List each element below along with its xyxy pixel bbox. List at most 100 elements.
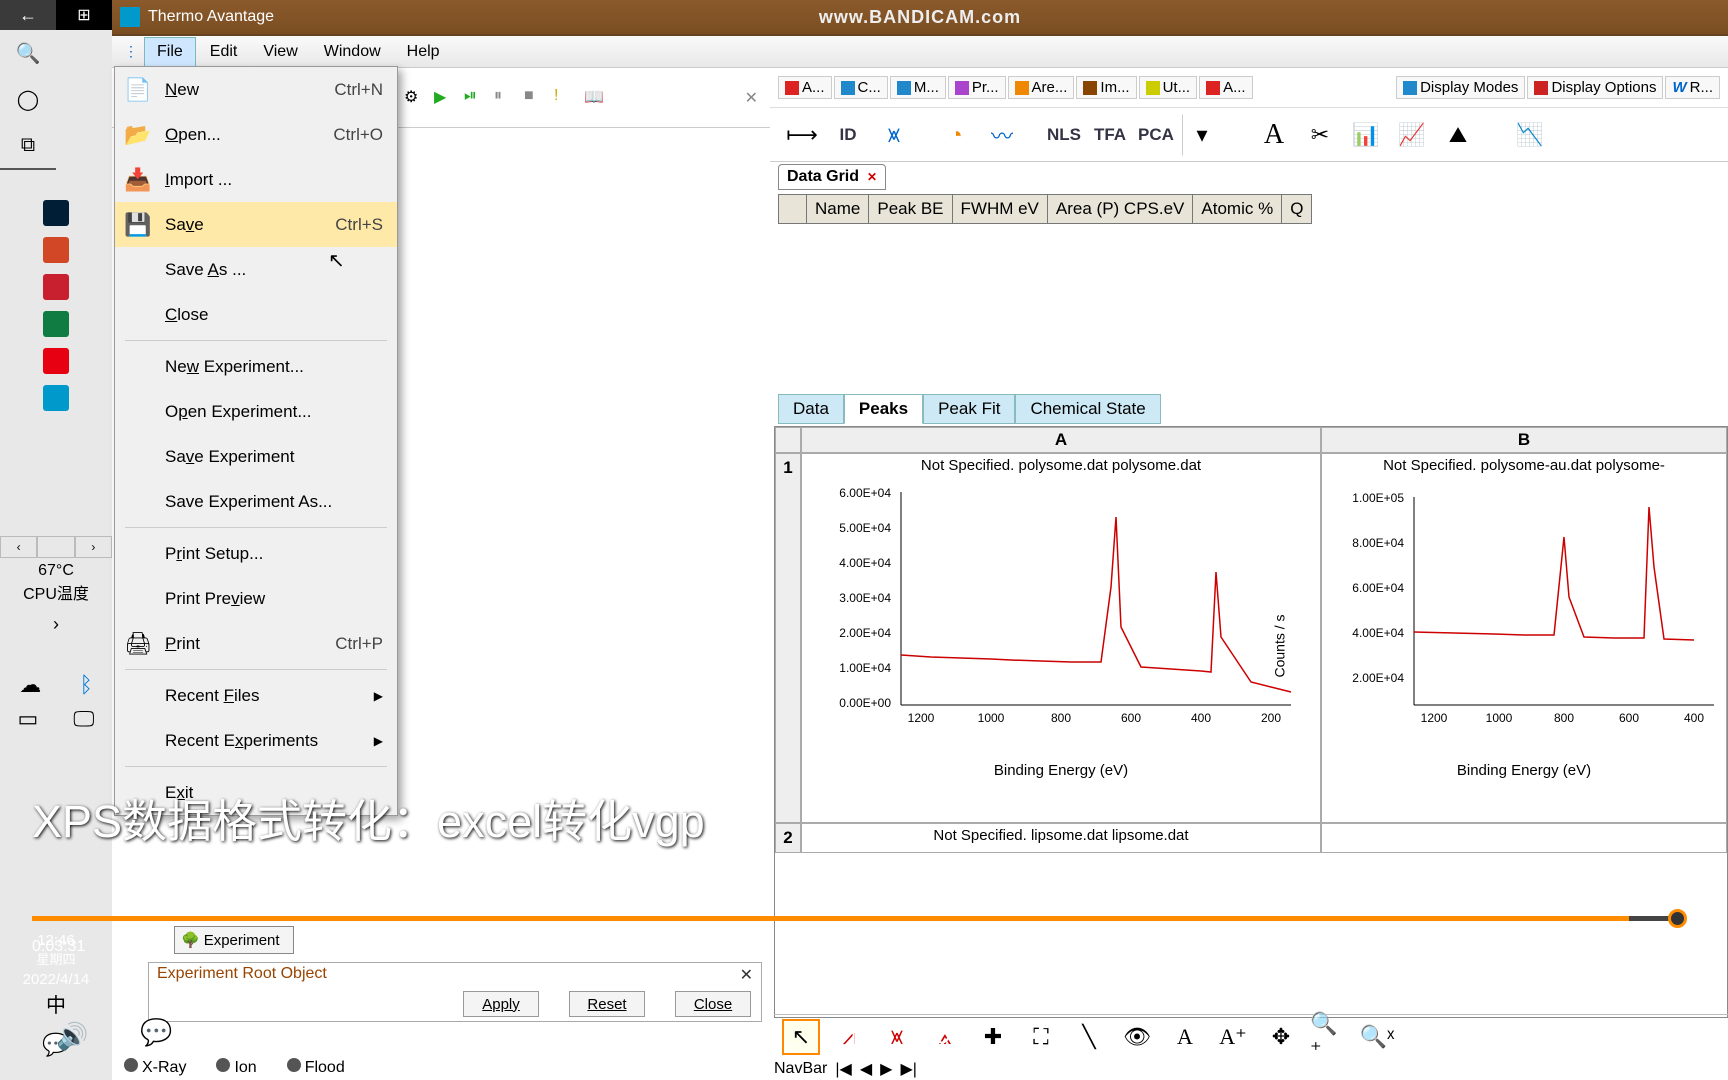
- col-atomic[interactable]: Atomic %: [1193, 195, 1282, 224]
- dropdown-icon[interactable]: ▾: [1182, 114, 1222, 156]
- music-app-icon[interactable]: [43, 348, 69, 374]
- experiment-tab[interactable]: 🌳Experiment: [174, 926, 294, 954]
- menu-help[interactable]: Help: [395, 38, 452, 66]
- reset-button[interactable]: Reset: [569, 991, 645, 1017]
- pca-button[interactable]: PCA: [1136, 114, 1176, 156]
- col-area[interactable]: Area (P) CPS.eV: [1047, 195, 1193, 224]
- menu-view[interactable]: View: [251, 38, 309, 66]
- fullscreen-button[interactable]: ⛶: [1678, 1020, 1696, 1052]
- photoshop-icon[interactable]: [43, 200, 69, 226]
- menu-new[interactable]: 📄NewCtrl+N: [115, 67, 397, 112]
- battery-icon[interactable]: ▭: [17, 706, 38, 732]
- ruler-icon[interactable]: ⟼: [782, 114, 822, 156]
- menu-window[interactable]: Window: [312, 38, 393, 66]
- chart-cell-a2[interactable]: Not Specified. lipsome.dat lipsome.dat: [801, 823, 1321, 853]
- menu-saveas[interactable]: Save As ...: [115, 247, 397, 292]
- menu-open-experiment[interactable]: Open Experiment...: [115, 389, 397, 434]
- menu-open[interactable]: 📂Open...Ctrl+O: [115, 112, 397, 157]
- menu-print-setup[interactable]: Print Setup...: [115, 531, 397, 576]
- menu-save-experiment[interactable]: Save Experiment: [115, 434, 397, 479]
- scroll-left[interactable]: ‹: [0, 536, 37, 558]
- video-progress-bar[interactable]: [32, 916, 1678, 921]
- tfa-button[interactable]: TFA: [1090, 114, 1130, 156]
- curve-icon[interactable]: 〰: [982, 114, 1022, 156]
- tab-peak-fit[interactable]: Peak Fit: [923, 394, 1015, 424]
- nav-prev-icon[interactable]: ◀: [860, 1059, 872, 1079]
- chart-line-icon[interactable]: 📈: [1392, 114, 1432, 156]
- chart-icon[interactable]: ◔: [936, 114, 976, 156]
- pause-icon[interactable]: ⏸: [494, 87, 516, 109]
- menu-import[interactable]: 📥Import ...: [115, 157, 397, 202]
- chart-cell-b2[interactable]: [1321, 823, 1727, 853]
- cloud-icon[interactable]: ☁: [19, 672, 41, 698]
- back-button[interactable]: ←: [0, 0, 56, 30]
- data-grid-tab[interactable]: Data Grid✕: [778, 164, 886, 190]
- menu-print-preview[interactable]: Print Preview: [115, 576, 397, 621]
- col-fwhm[interactable]: FWHM eV: [952, 195, 1047, 224]
- row-header-2[interactable]: 2: [775, 823, 801, 853]
- stop-icon[interactable]: ■: [524, 87, 546, 109]
- play-icon[interactable]: ▶: [434, 87, 456, 109]
- tab-data[interactable]: Data: [778, 394, 844, 424]
- avantage-icon[interactable]: [43, 385, 69, 411]
- text-a-icon[interactable]: A: [1254, 114, 1294, 156]
- bluetooth-icon[interactable]: ᛒ: [80, 672, 93, 698]
- menu-save[interactable]: 💾SaveCtrl+S: [115, 202, 397, 247]
- apply-button[interactable]: Apply: [463, 991, 539, 1017]
- tab-display-modes[interactable]: Display Modes: [1396, 76, 1525, 99]
- scroll-right[interactable]: ›: [75, 536, 112, 558]
- tab-im[interactable]: Im...: [1076, 76, 1136, 99]
- edit-button[interactable]: ✎: [1626, 1020, 1648, 1052]
- excel-icon[interactable]: [43, 311, 69, 337]
- rewind-10-button[interactable]: ↺10: [763, 1023, 796, 1054]
- id-button[interactable]: ID: [828, 114, 868, 156]
- tab-chemical-state[interactable]: Chemical State: [1015, 394, 1160, 424]
- menu-recent-experiments[interactable]: Recent Experiments▶: [115, 718, 397, 763]
- play-step-icon[interactable]: ⏯: [464, 87, 486, 109]
- chart-cell-a1[interactable]: Not Specified. polysome.dat polysome.dat…: [801, 453, 1321, 823]
- col-header-a[interactable]: A: [801, 427, 1321, 453]
- tab-peaks[interactable]: Peaks: [844, 394, 923, 424]
- nav-first-icon[interactable]: |◀: [835, 1059, 851, 1079]
- close-button[interactable]: Close: [675, 991, 751, 1017]
- tab-a[interactable]: A...: [778, 76, 832, 99]
- chart-misc-icon[interactable]: 📉: [1510, 114, 1550, 156]
- corner-cell[interactable]: [775, 427, 801, 453]
- col-name[interactable]: Name: [807, 195, 869, 224]
- tab-c[interactable]: C...: [834, 76, 888, 99]
- powerpoint-icon[interactable]: [43, 237, 69, 263]
- menu-print[interactable]: 🖨PrintCtrl+P: [115, 621, 397, 666]
- tab-ut[interactable]: Ut...: [1139, 76, 1198, 99]
- expand-icon[interactable]: ›: [0, 614, 112, 635]
- menu-close[interactable]: Close: [115, 292, 397, 337]
- nav-next-icon[interactable]: ▶: [880, 1059, 892, 1079]
- forward-30-button[interactable]: ↻30: [932, 1023, 965, 1054]
- book-icon[interactable]: 📖: [584, 87, 606, 109]
- menu-save-experiment-as[interactable]: Save Experiment As...: [115, 479, 397, 524]
- windows-start[interactable]: ⊞: [56, 0, 112, 30]
- gear-icon[interactable]: ⚙: [404, 87, 426, 109]
- menu-file[interactable]: File: [144, 37, 196, 67]
- peak-icon[interactable]: ⩙: [874, 114, 914, 156]
- scissors-icon[interactable]: ✂: [1300, 114, 1340, 156]
- tab-display-options[interactable]: Display Options: [1527, 76, 1663, 99]
- row-header-1[interactable]: 1: [775, 453, 801, 823]
- scroll-track[interactable]: [37, 536, 74, 558]
- tab-are[interactable]: Are...: [1008, 76, 1075, 99]
- cortana-icon[interactable]: ◯: [0, 76, 56, 122]
- alert-icon[interactable]: !: [554, 87, 576, 109]
- panel-close-icon[interactable]: ✕: [740, 965, 753, 985]
- close-icon[interactable]: ✕: [745, 88, 758, 108]
- play-button[interactable]: ▷: [852, 1021, 875, 1056]
- tab-pr[interactable]: Pr...: [948, 76, 1006, 99]
- nls-button[interactable]: NLS: [1044, 114, 1084, 156]
- chart-cell-b1[interactable]: Not Specified. polysome-au.dat polysome-…: [1321, 453, 1727, 823]
- tab-r[interactable]: WR...: [1665, 76, 1720, 99]
- chart-bars-icon[interactable]: 📊: [1346, 114, 1386, 156]
- tab-a2[interactable]: A...: [1199, 76, 1253, 99]
- menu-new-experiment[interactable]: New Experiment...: [115, 344, 397, 389]
- taskview-icon[interactable]: ⧉: [0, 122, 56, 168]
- search-icon[interactable]: 🔍: [0, 30, 56, 76]
- monitor-icon[interactable]: 🖵: [73, 706, 94, 732]
- col-header-b[interactable]: B: [1321, 427, 1727, 453]
